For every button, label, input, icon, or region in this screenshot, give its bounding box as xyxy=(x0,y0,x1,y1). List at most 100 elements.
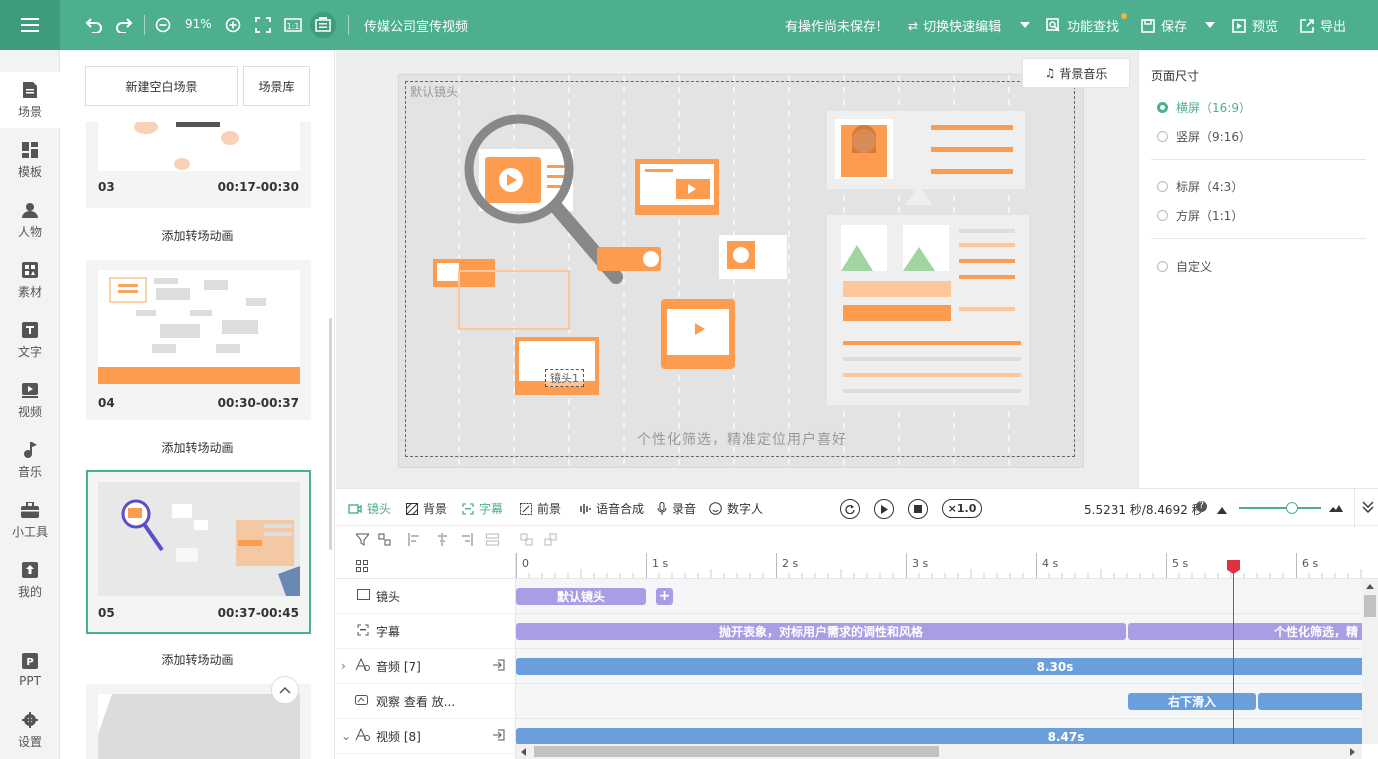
bg-music-button[interactable]: ♫ 背景音乐 xyxy=(1022,58,1130,88)
new-blank-scene-button[interactable]: 新建空白场景 xyxy=(85,66,238,106)
scrollbar[interactable] xyxy=(329,318,332,550)
enter-group-icon[interactable] xyxy=(492,729,505,744)
add-camera-button[interactable]: + xyxy=(656,588,673,605)
track-subtitle[interactable]: 字幕 xyxy=(336,614,516,649)
distribute-icon[interactable] xyxy=(486,533,499,549)
scene-library-button[interactable]: 场景库 xyxy=(243,66,310,106)
tab-foreground[interactable]: 前景 xyxy=(520,500,561,517)
zoom-out-icon[interactable] xyxy=(154,15,172,35)
tab-tts[interactable]: 语音合成 xyxy=(577,500,644,517)
nav-item-scene[interactable]: 场景 xyxy=(0,72,60,128)
zoom-in-icon[interactable] xyxy=(224,15,242,35)
subtitle-clip[interactable]: 个性化筛选，精 xyxy=(1128,623,1362,640)
project-title[interactable]: 传媒公司宣传视频 xyxy=(364,16,468,35)
track-effect[interactable]: 观察 查看 放... xyxy=(336,684,516,719)
add-transition-link[interactable]: 添加转场动画 xyxy=(60,651,334,668)
undo-icon[interactable] xyxy=(84,15,104,35)
save-dropdown-icon[interactable] xyxy=(1203,15,1217,35)
scroll-right-icon[interactable] xyxy=(1350,748,1355,756)
feature-search-button[interactable]: 功能查找 xyxy=(1046,16,1119,35)
actual-size-icon[interactable]: 1:1 xyxy=(284,15,302,35)
radio-landscape[interactable]: 横屏（16:9） xyxy=(1157,99,1251,116)
switch-edit-button[interactable]: ⇄ 切换快速编辑 xyxy=(908,16,1001,36)
nav-item-ppt[interactable]: P PPT xyxy=(0,642,60,698)
scene-card[interactable]: 04 00:30-00:37 xyxy=(86,260,311,420)
nav-item-text[interactable]: 文字 xyxy=(0,312,60,368)
scroll-top-button[interactable] xyxy=(271,676,299,704)
replay-button[interactable] xyxy=(840,499,860,519)
scene-card-selected[interactable]: 05 00:37-00:45 xyxy=(86,470,311,634)
radio-standard[interactable]: 标屏（4:3） xyxy=(1157,178,1243,195)
radio-square[interactable]: 方屏（1:1） xyxy=(1157,207,1243,224)
layers-icon[interactable] xyxy=(356,560,368,575)
nav-label: 模板 xyxy=(17,164,42,179)
scroll-thumb[interactable] xyxy=(1364,595,1376,617)
play-button[interactable] xyxy=(874,499,894,519)
speed-button[interactable]: ×1.0 xyxy=(942,499,982,518)
tab-digital-human[interactable]: 数字人 xyxy=(709,500,763,517)
nav-item-template[interactable]: 模板 xyxy=(0,132,60,188)
align-right-icon[interactable] xyxy=(460,533,473,549)
timeline-zoom-slider[interactable] xyxy=(1239,507,1321,509)
ungroup-icon[interactable] xyxy=(544,533,557,549)
nav-item-material[interactable]: 素材 xyxy=(0,252,60,308)
nav-item-mine[interactable]: 我的 xyxy=(0,552,60,608)
track-video[interactable]: ⌄ 视频 [8] xyxy=(336,719,516,754)
track-camera[interactable]: 镜头 xyxy=(336,579,516,614)
redo-icon[interactable] xyxy=(114,15,134,35)
collapse-timeline-icon[interactable] xyxy=(1362,501,1374,516)
tab-subtitle[interactable]: 字幕 xyxy=(462,500,503,517)
audio-clip[interactable]: 8.30s xyxy=(516,658,1362,675)
export-button[interactable]: 导出 xyxy=(1300,16,1346,35)
radio-portrait[interactable]: 竖屏（9:16） xyxy=(1157,128,1251,145)
subtitle-clip[interactable]: 抛开表象，对标用户需求的调性和风格 xyxy=(516,623,1126,640)
scroll-left-icon[interactable] xyxy=(521,748,526,756)
nav-item-toolbox[interactable]: 小工具 xyxy=(0,492,60,548)
camera-1-marker[interactable]: 镜头1 xyxy=(545,369,584,387)
align-icon[interactable] xyxy=(378,533,391,549)
save-button[interactable]: 保存 xyxy=(1141,16,1187,35)
help-icon[interactable]: ? xyxy=(1196,501,1207,512)
align-left-icon[interactable] xyxy=(408,533,421,549)
preview-button[interactable]: 预览 xyxy=(1232,16,1278,35)
vertical-scrollbar[interactable] xyxy=(1362,579,1378,744)
fullscreen-icon[interactable] xyxy=(254,15,272,35)
nav-item-music[interactable]: 音乐 xyxy=(0,432,60,488)
slider-handle[interactable] xyxy=(1286,502,1298,514)
zoom-out-timeline-icon[interactable] xyxy=(1217,503,1227,517)
add-transition-link[interactable]: 添加转场动画 xyxy=(60,439,334,456)
filter-icon[interactable] xyxy=(354,533,371,549)
grid-icon[interactable] xyxy=(310,12,336,38)
camera-clip[interactable]: 默认镜头 xyxy=(516,588,646,605)
video-clip[interactable]: 8.47s xyxy=(516,728,1362,744)
align-center-icon[interactable] xyxy=(436,533,449,549)
camera-frame[interactable] xyxy=(405,81,1075,457)
chevron-down-icon[interactable]: ⌄ xyxy=(341,729,351,743)
effect-clip[interactable]: 右下滑入 xyxy=(1128,693,1256,710)
canvas-subtitle[interactable]: 个性化筛选，精准定位用户喜好 xyxy=(399,429,1085,449)
nav-item-person[interactable]: 人物 xyxy=(0,192,60,248)
effect-clip[interactable] xyxy=(1258,693,1362,710)
group-icon[interactable] xyxy=(520,533,533,549)
radio-custom[interactable]: 自定义 xyxy=(1157,258,1212,275)
tab-background[interactable]: 背景 xyxy=(406,500,447,517)
zoom-in-timeline-icon[interactable] xyxy=(1329,501,1343,515)
add-transition-link[interactable]: 添加转场动画 xyxy=(60,227,334,244)
nav-item-settings[interactable]: 设置 xyxy=(0,702,60,758)
stop-button[interactable] xyxy=(908,499,928,519)
save-label: 保存 xyxy=(1161,20,1188,35)
scroll-thumb[interactable] xyxy=(534,746,939,757)
scene-card[interactable]: 03 00:17-00:30 xyxy=(86,122,311,208)
timeline-toolbar: 镜头 背景 字幕 前景 语音合成 录音 数字人 ×1.0 5.5231 秒/8.… xyxy=(336,488,1378,527)
chevron-right-icon[interactable]: › xyxy=(341,659,346,673)
enter-group-icon[interactable] xyxy=(492,659,505,674)
tab-camera[interactable]: 镜头 xyxy=(348,500,391,517)
scroll-up-icon[interactable] xyxy=(1366,584,1374,589)
menu-icon[interactable] xyxy=(0,0,60,50)
track-audio[interactable]: › 音频 [7] xyxy=(336,649,516,684)
time-ruler[interactable]: 0 1 s 2 s 3 s 4 s 5 s 6 s xyxy=(516,553,1378,579)
dropdown-caret-icon[interactable] xyxy=(1018,15,1032,35)
horizontal-scrollbar[interactable] xyxy=(516,744,1362,759)
nav-item-video[interactable]: 视频 xyxy=(0,372,60,428)
tab-record[interactable]: 录音 xyxy=(657,500,696,517)
